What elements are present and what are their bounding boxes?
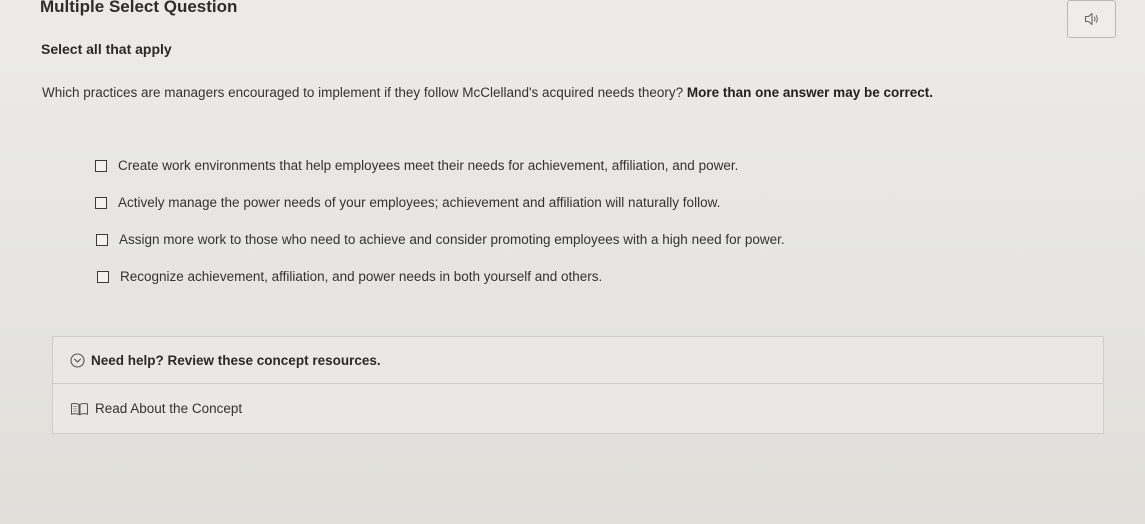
help-resources-panel: Need help? Review these concept resource… [52,336,1104,434]
answer-option[interactable]: Create work environments that help emplo… [95,158,738,173]
question-type-title: Multiple Select Question [40,0,238,16]
chevron-down-circle-icon [70,352,85,368]
speaker-icon [1084,12,1098,26]
answer-label: Actively manage the power needs of your … [118,195,721,210]
read-concept-label: Read About the Concept [95,401,243,416]
read-aloud-button[interactable] [1067,0,1116,38]
answer-option[interactable]: Actively manage the power needs of your … [95,195,720,210]
answer-option[interactable]: Recognize achievement, affiliation, and … [97,269,602,284]
question-prompt: Which practices are managers encouraged … [42,85,933,100]
read-concept-link[interactable]: Read About the Concept [53,384,1103,433]
help-header-label: Need help? Review these concept resource… [91,352,381,368]
answer-checkbox[interactable] [95,196,107,209]
answer-checkbox[interactable] [95,159,107,172]
answer-label: Create work environments that help emplo… [118,158,739,173]
prompt-emphasis: More than one answer may be correct. [686,85,933,100]
answer-label: Assign more work to those who need to ac… [119,232,785,247]
answer-checkbox[interactable] [96,233,108,246]
answer-label: Recognize achievement, affiliation, and … [120,269,603,284]
question-page: Multiple Select Question Select all that… [0,0,1145,524]
instruction-text: Select all that apply [41,41,172,57]
book-icon [71,402,88,415]
help-toggle[interactable]: Need help? Review these concept resource… [53,337,1103,384]
answer-option[interactable]: Assign more work to those who need to ac… [96,232,785,247]
answer-checkbox[interactable] [97,270,109,283]
prompt-text: Which practices are managers encouraged … [42,85,687,100]
